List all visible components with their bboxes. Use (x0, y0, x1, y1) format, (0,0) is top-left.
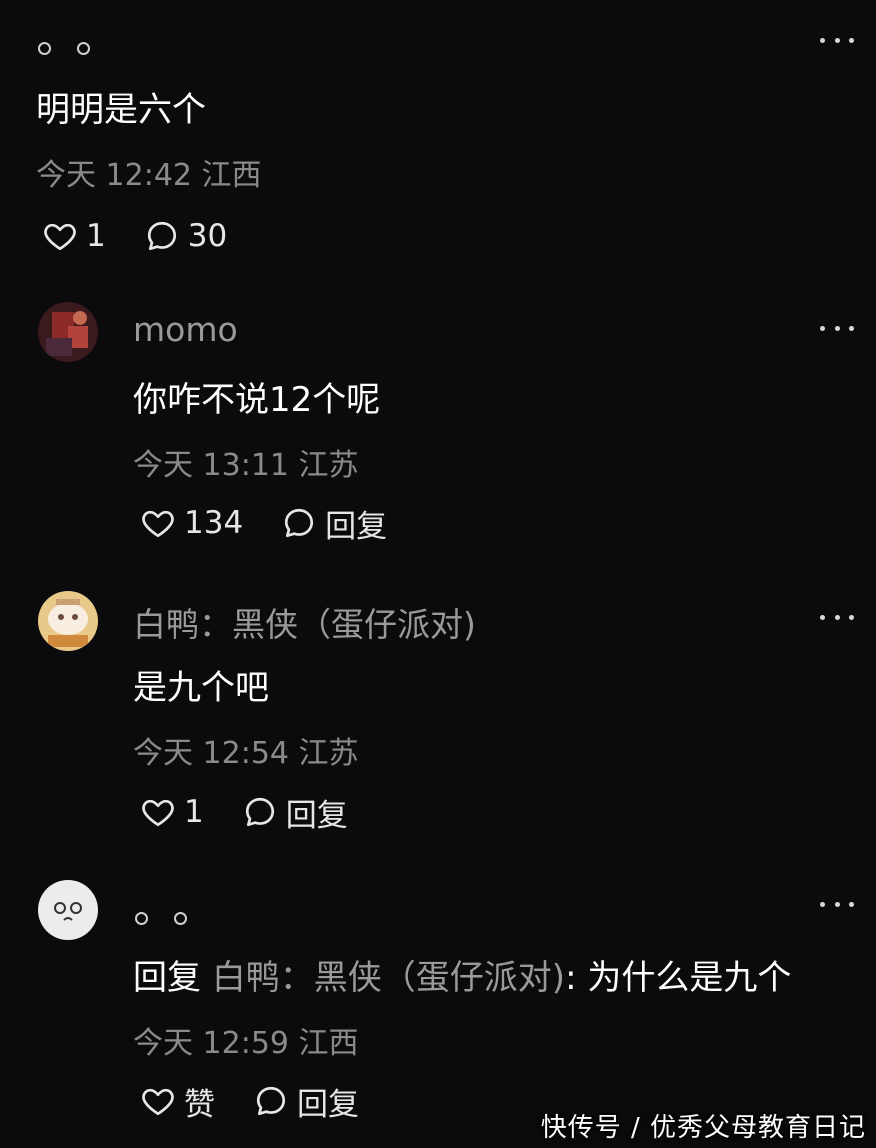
avatar[interactable] (38, 591, 98, 651)
like-button[interactable]: 1 (42, 218, 106, 254)
like-button[interactable]: 1 (140, 794, 204, 830)
comment-item: 明明是六个 今天 12:42 江西 1 30 (0, 0, 876, 270)
speech-bubble-icon (285, 508, 314, 538)
like-count: 1 (184, 794, 204, 830)
comment-item: momo 你咋不说12个呢 今天 13:11 江苏 134 回复 (0, 298, 876, 568)
like-label: 赞 (184, 1086, 215, 1123)
reply-count: 30 (187, 218, 228, 254)
comment-meta: 今天 13:11 江苏 (133, 448, 359, 483)
like-count: 134 (184, 505, 244, 541)
reply-label: 回复 (325, 508, 388, 545)
reply-label: 回复 (285, 797, 348, 834)
more-options-button[interactable] (820, 900, 854, 908)
speech-bubble-icon (147, 221, 176, 251)
comment-author[interactable] (38, 38, 90, 58)
heart-outline-icon (44, 223, 76, 251)
like-button[interactable]: 134 (140, 505, 243, 541)
comment-text: 回复 白鸭：黑侠（蛋仔派对): 为什么是九个 (133, 950, 791, 999)
comment-text: 是九个吧 (133, 668, 269, 708)
comment-actions: 1 回复 (140, 790, 386, 835)
like-count: 1 (86, 218, 106, 254)
reply-target-user[interactable]: 白鸭：黑侠（蛋仔派对) (212, 958, 565, 998)
reply-button[interactable]: 回复 (242, 790, 348, 835)
comment-meta: 今天 12:54 江苏 (133, 736, 359, 771)
comment-actions: 赞 回复 (140, 1079, 397, 1124)
speech-bubble-icon (256, 1086, 286, 1116)
avatar[interactable] (38, 880, 98, 940)
heart-outline-icon (142, 799, 174, 827)
watermark: 快传号 / 优秀父母教育日记 (540, 1113, 866, 1143)
reply-text: : 为什么是九个 (565, 958, 792, 998)
reply-button[interactable]: 回复 (253, 1079, 359, 1124)
comment-item: 白鸭：黑侠（蛋仔派对) 是九个吧 今天 12:54 江苏 1 回复 (0, 588, 876, 858)
comment-author[interactable] (135, 908, 187, 928)
heart-outline-icon (142, 510, 174, 538)
more-options-button[interactable] (820, 36, 854, 44)
like-button[interactable]: 赞 (140, 1079, 215, 1124)
comment-meta: 今天 12:42 江西 (36, 158, 262, 193)
more-options-button[interactable] (820, 324, 854, 332)
replies-button[interactable]: 30 (144, 218, 227, 254)
comment-author[interactable]: momo (133, 310, 238, 349)
comment-meta: 今天 12:59 江西 (133, 1026, 359, 1061)
more-options-button[interactable] (820, 613, 854, 621)
comment-text: 你咋不说12个呢 (133, 380, 381, 420)
comment-actions: 134 回复 (140, 501, 425, 546)
reply-label: 回复 (297, 1086, 359, 1123)
comment-text: 明明是六个 (36, 90, 206, 130)
heart-outline-icon (142, 1088, 174, 1116)
comment-actions: 1 30 (42, 216, 265, 256)
comment-author[interactable]: 白鸭：黑侠（蛋仔派对) (133, 598, 476, 646)
reply-prefix: 回复 (133, 958, 201, 998)
avatar[interactable] (38, 302, 98, 362)
reply-button[interactable]: 回复 (281, 501, 387, 546)
speech-bubble-icon (245, 797, 274, 827)
